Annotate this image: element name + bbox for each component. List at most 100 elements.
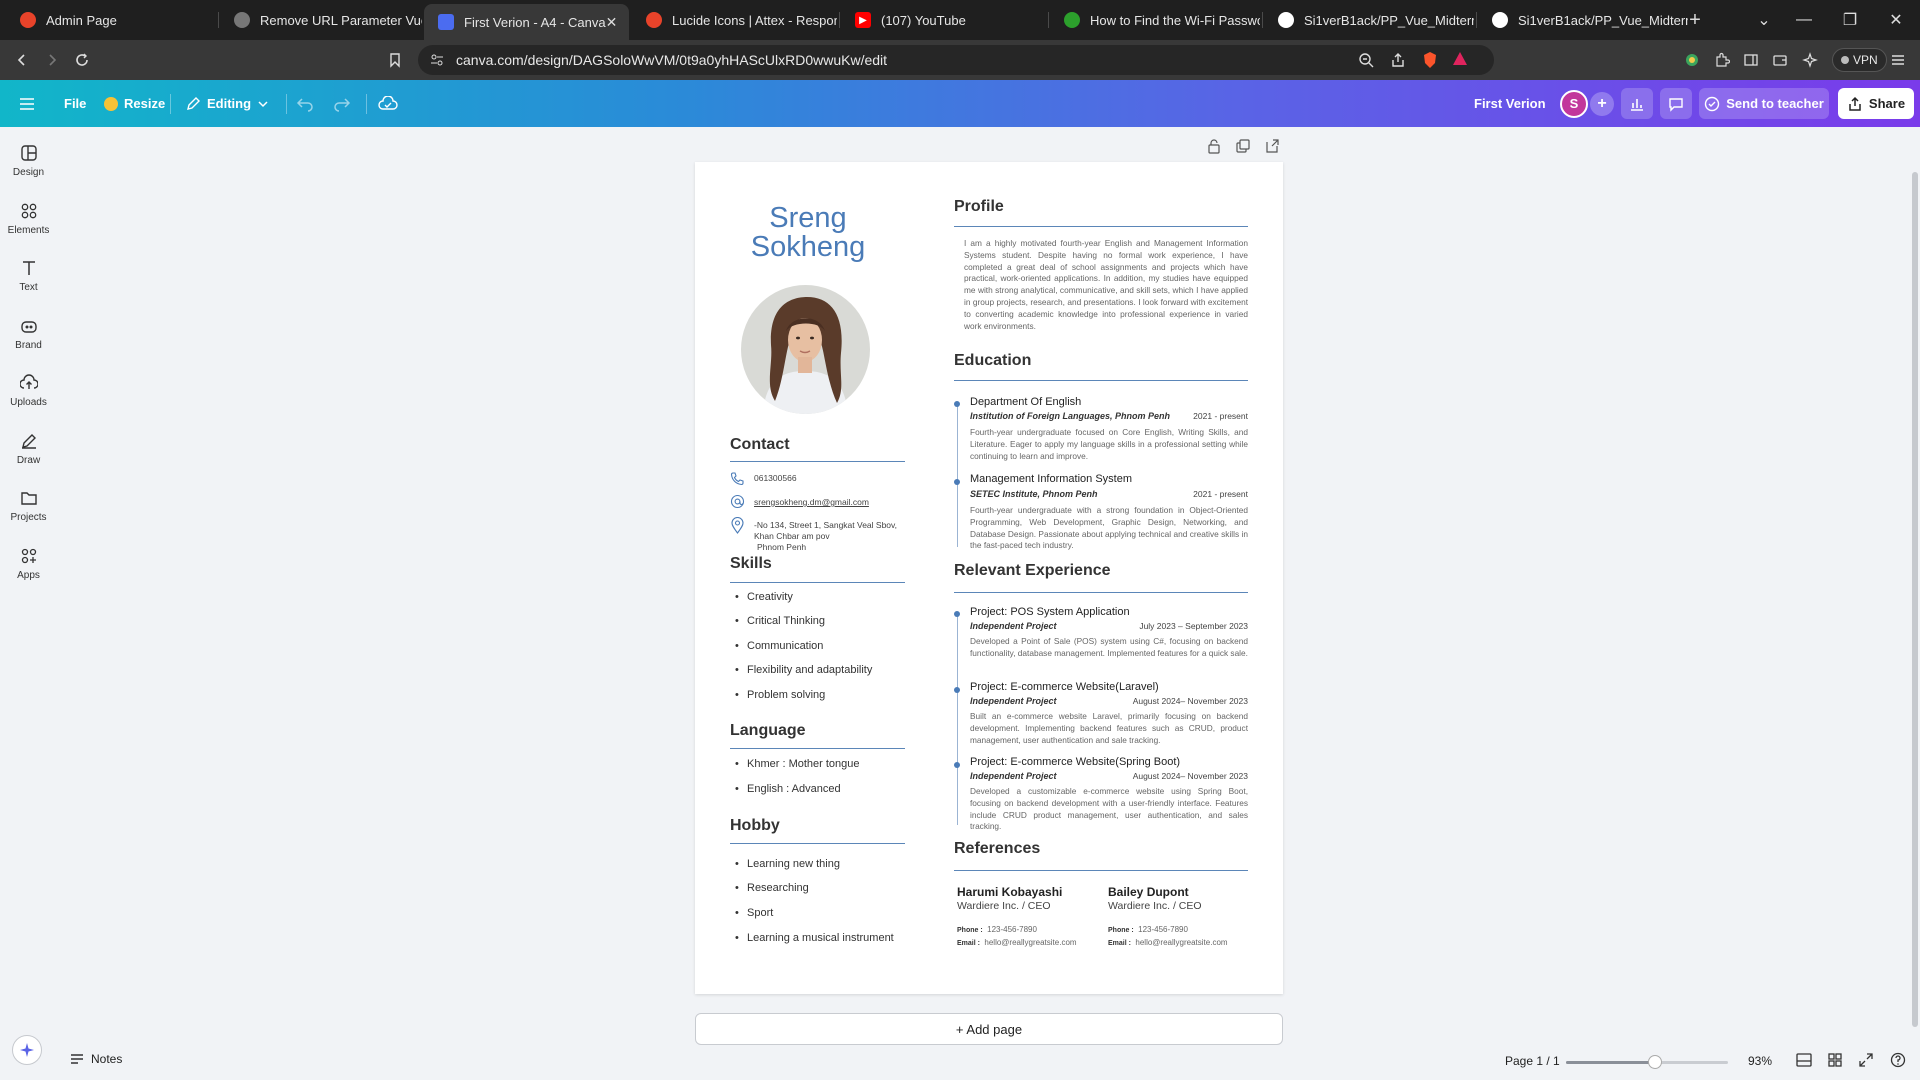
pencil-icon [187,96,200,110]
education-title: Management Information System [970,473,1133,485]
first-name: Sreng [769,202,847,234]
comments-button[interactable] [1660,88,1692,119]
canvas-scrollbar[interactable] [1912,172,1918,1027]
vpn-button[interactable]: VPN [1832,48,1887,72]
file-menu-label: File [64,96,87,111]
resize-button[interactable]: Resize [104,80,165,127]
notes-label: Notes [91,1052,123,1066]
bookmark-icon[interactable] [383,48,407,72]
invite-button[interactable]: + [1590,80,1614,127]
browser-tab[interactable]: Lucide Icons | Attex - Respons [632,4,837,36]
rail-item-brand[interactable]: Brand [0,317,57,367]
share-page-icon[interactable] [1390,52,1406,73]
rail-item-apps[interactable]: Apps [0,547,57,597]
browser-tab[interactable]: ▶ (107) YouTube [841,4,1046,36]
rail-item-draw[interactable]: Draw [0,432,57,482]
rail-item-projects[interactable]: Projects [0,489,57,539]
rail-item-design[interactable]: Design [0,144,57,194]
profile-photo[interactable] [741,285,870,414]
send-to-teacher-button[interactable]: Send to teacher [1699,88,1829,119]
fullscreen-icon[interactable] [1858,1052,1874,1073]
duplicate-page-icon[interactable] [1235,138,1253,156]
brave-rewards-icon[interactable] [1452,51,1468,72]
avatar[interactable]: S [1560,80,1588,127]
browser-tab[interactable]: How to Find the Wi-Fi Passwo [1050,4,1260,36]
browser-tab[interactable]: Remove URL Parameter Vue [220,4,422,36]
zoom-slider-handle[interactable] [1648,1055,1663,1069]
draw-icon [21,434,36,449]
add-page-above-icon[interactable] [1264,138,1282,156]
address-bar[interactable]: canva.com/design/DAGSoloWwVM/0t9a0yhHASc… [418,45,1494,75]
experience-date: August 2024– November 2023 [1132,771,1248,781]
share-button[interactable]: Share [1838,88,1914,119]
experience-date: August 2024– November 2023 [1132,696,1248,706]
page-view-icon[interactable] [1795,1052,1813,1073]
plus-icon: + [1590,91,1614,116]
brave-shield-icon[interactable] [1422,51,1438,74]
reload-icon[interactable] [70,48,94,72]
undo-icon[interactable] [296,80,314,127]
contact-email[interactable]: srengsokheng.dm@gmail.com [754,497,869,508]
magic-assistant-button[interactable] [12,1035,42,1065]
rail-item-text[interactable]: Text [0,259,57,309]
resume-page[interactable]: Sreng Sokheng Contact 061300566 srengsok… [695,162,1283,994]
rail-label: Elements [7,225,50,236]
browser-tab[interactable]: Si1verB1ack/PP_Vue_Midterm [1478,4,1688,36]
grid-view-icon[interactable] [1827,1052,1843,1073]
help-icon[interactable] [1890,1052,1906,1073]
projects-icon [20,492,37,505]
extension-icon[interactable] [1680,48,1704,72]
sparkle-icon [20,1043,34,1057]
zoom-icon[interactable] [1358,52,1374,73]
tab-search-chevron-icon[interactable]: ⌄ [1752,8,1776,32]
browser-tab-active[interactable]: First Verion - A4 - Canva ✕ [424,4,629,40]
rail-item-uploads[interactable]: Uploads [0,374,57,424]
rail-label: Uploads [10,397,47,408]
browser-tab[interactable]: Si1verB1ack/PP_Vue_Midterm [1264,4,1474,36]
leo-ai-icon[interactable] [1798,48,1822,72]
reference-role: Wardiere Inc. / CEO [1108,900,1202,912]
tab-title: First Verion - A4 - Canva [464,14,606,30]
back-icon[interactable] [10,48,34,72]
restore-icon[interactable]: ❐ [1838,8,1862,32]
redo-icon[interactable] [333,80,351,127]
sidebar-toggle-icon[interactable] [1739,48,1763,72]
minimize-icon[interactable]: — [1792,8,1816,32]
notes-icon [71,1054,83,1064]
cloud-save-icon[interactable] [378,80,398,127]
experience-date: July 2023 – September 2023 [1139,621,1248,631]
site-settings-icon[interactable] [430,53,444,72]
window-close-icon[interactable]: ✕ [1884,8,1908,32]
experience-heading: Relevant Experience [954,562,1111,579]
extensions-puzzle-icon[interactable] [1710,48,1734,72]
close-tab-icon[interactable]: ✕ [606,14,618,31]
reference-name: Harumi Kobayashi [957,885,1063,899]
browser-menu-icon[interactable] [1886,48,1910,72]
design-title[interactable]: First Verion [1474,80,1546,127]
resume-name[interactable]: Sreng Sokheng [735,204,881,262]
lock-page-icon[interactable] [1206,138,1224,156]
experience-description: Developed a Point of Sale (POS) system u… [970,636,1248,658]
add-page-button[interactable]: + Add page [695,1013,1283,1045]
new-tab-icon[interactable]: + [1683,8,1707,32]
share-label: Share [1868,96,1906,111]
rail-label: Projects [10,512,47,523]
page-indicator[interactable]: Page 1 / 1 [1505,1054,1560,1068]
resize-label: Resize [124,96,166,111]
file-menu[interactable]: File [64,80,86,127]
comment-icon [1669,97,1683,112]
zoom-percentage[interactable]: 93% [1748,1054,1772,1068]
zoom-slider[interactable] [1566,1061,1728,1064]
elements-icon [21,203,36,219]
main-menu-icon[interactable] [18,80,36,127]
editing-mode-dropdown[interactable]: Editing [185,80,269,127]
insights-button[interactable] [1621,88,1653,119]
url-text: canva.com/design/DAGSoloWwVM/0t9a0yhHASc… [456,52,888,68]
notes-button[interactable]: Notes [69,1052,122,1066]
forward-icon[interactable] [40,48,64,72]
browser-tab[interactable]: Admin Page [6,4,216,36]
tab-favicon-icon [646,12,662,28]
check-circle-icon [1705,96,1720,111]
rail-item-elements[interactable]: Elements [0,202,57,252]
wallet-icon[interactable] [1768,48,1792,72]
